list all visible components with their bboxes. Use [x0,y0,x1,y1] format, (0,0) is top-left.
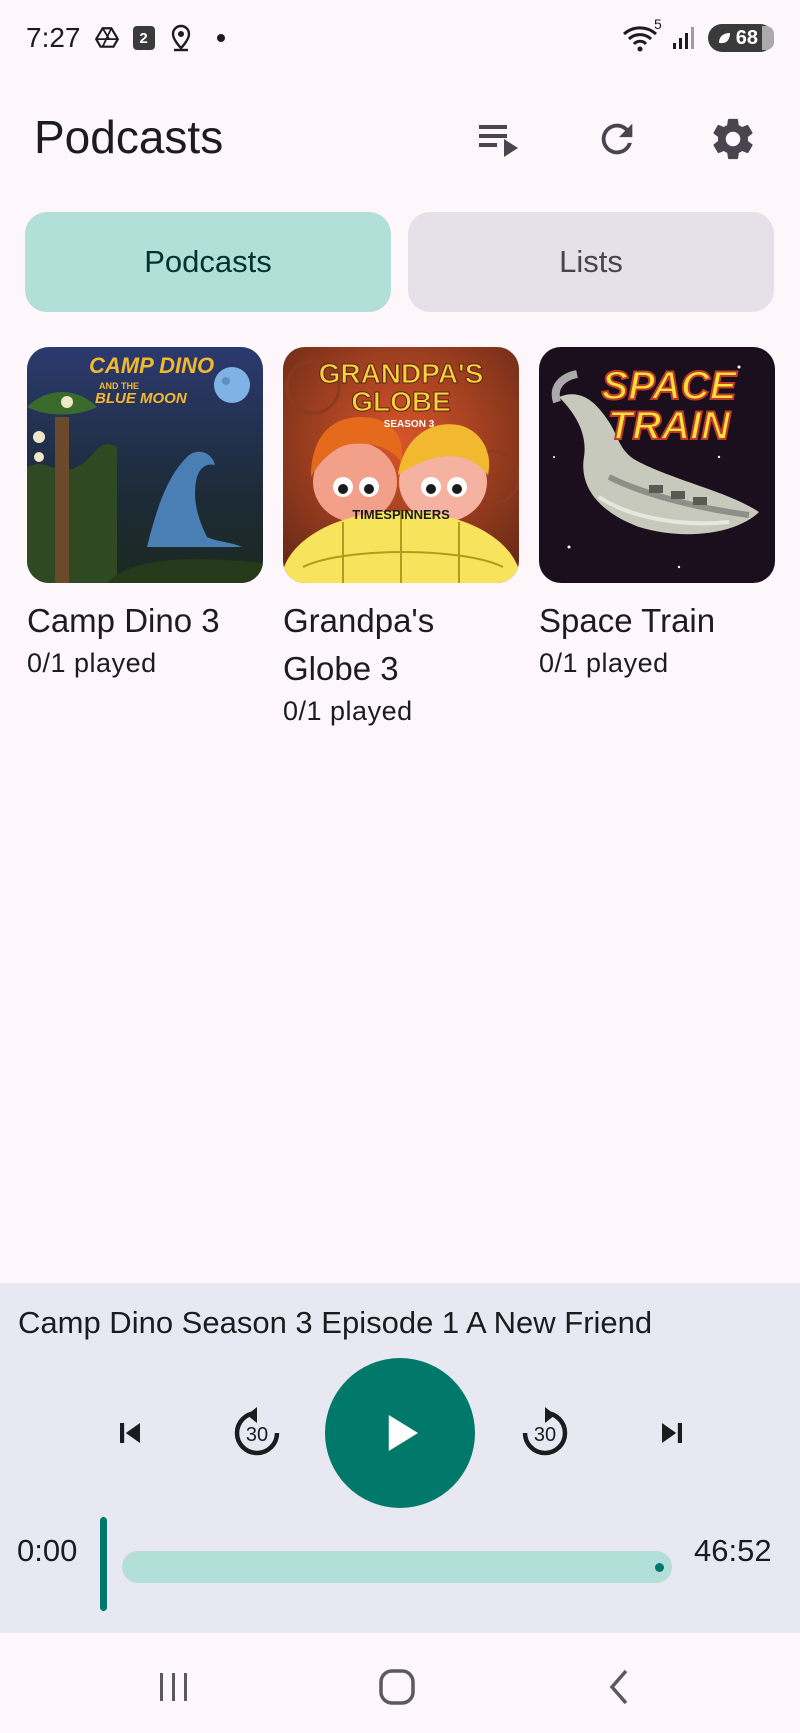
status-time: 7:27 [26,22,81,53]
cover-text: GRANDPA'S [319,358,484,389]
forward-seconds: 30 [534,1424,556,1446]
segmented-tabs: Podcasts Lists [25,212,775,312]
settings-button[interactable] [706,112,760,166]
podcast-card-grandpas-globe[interactable]: GRANDPA'S GLOBE SEASON 3 TIMESPINNERS Gr… [283,347,519,729]
play-button[interactable] [325,1358,475,1508]
calendar-icon: 2 [132,26,155,50]
cover-text: CAMP DINO [89,353,214,378]
mini-player: Camp Dino Season 3 Episode 1 A New Frien… [0,1283,800,1633]
home-button[interactable] [367,1657,427,1717]
podcast-card-space-train[interactable]: SPACE TRAIN Space Train 0/1 played [539,347,775,681]
page-title: Podcasts [34,111,224,163]
progress-track [122,1551,672,1583]
skip-previous-icon [120,1423,140,1443]
podcast-title: Grandpa's Globe 3 [283,602,435,687]
forward-button[interactable]: 30 [510,1398,580,1468]
cover-text: SEASON 3 [384,419,435,430]
back-icon [609,1669,628,1705]
tab-podcasts[interactable]: Podcasts [25,212,391,312]
leaf-icon [718,33,730,44]
notification-dot-icon [207,24,235,52]
refresh-button[interactable] [590,112,644,166]
battery-indicator: 68 [707,24,774,52]
cover-text: GLOBE [351,386,451,417]
skip-next-icon [662,1423,682,1443]
tab-label: Podcasts [144,244,272,279]
skip-previous-button[interactable] [100,1403,160,1463]
rewind-button[interactable]: 30 [222,1398,292,1468]
signal-icon [670,24,698,52]
tab-lists[interactable]: Lists [408,212,774,312]
cover-text: TRAIN [608,404,731,448]
location-icon [167,24,195,52]
podcast-played-count: 0/1 played [283,696,413,726]
forward-icon: 30 [522,1407,568,1456]
refresh-icon [601,123,633,155]
cover-text: BLUE MOON [95,390,188,407]
podcast-played-count: 0/1 played [539,648,669,678]
gear-icon [713,118,753,160]
podcast-title: Space Train [539,602,716,639]
drive-icon [93,24,121,52]
home-icon [379,1669,415,1705]
queue-icon [479,125,518,157]
progress-slider[interactable] [100,1517,675,1611]
now-playing-title: Camp Dino Season 3 Episode 1 A New Frien… [18,1305,653,1340]
calendar-day: 2 [139,29,148,47]
wifi-badge: 5 [653,16,662,32]
track-end-dot [655,1563,664,1572]
recents-button[interactable] [144,1657,204,1717]
podcast-card-camp-dino[interactable]: CAMP DINO AND THE BLUE MOON Camp Dino 3 … [27,347,263,681]
elapsed-time: 0:00 [17,1533,78,1568]
podcast-cover-camp-dino: CAMP DINO AND THE BLUE MOON [27,347,263,583]
progress-thumb[interactable] [100,1517,107,1611]
cover-text: SPACE [602,364,738,408]
queue-button[interactable] [472,112,526,166]
podcast-cover-grandpas-globe: GRANDPA'S GLOBE SEASON 3 TIMESPINNERS [283,347,519,583]
battery-level: 68 [735,26,758,49]
rewind-icon: 30 [234,1407,280,1456]
status-bar: 7:27 2 5 68 [0,0,800,76]
system-nav-bar [0,1633,800,1733]
play-icon [388,1415,418,1451]
total-duration: 46:52 [694,1533,772,1568]
tab-label: Lists [559,244,623,279]
wifi-icon: 5 [620,16,662,52]
podcast-title: Camp Dino 3 [27,602,220,639]
top-app-bar: Podcasts [0,92,800,182]
skip-next-button[interactable] [642,1403,702,1463]
recents-icon [160,1673,187,1701]
back-button[interactable] [590,1657,650,1717]
podcast-cover-space-train: SPACE TRAIN [539,347,775,583]
rewind-seconds: 30 [246,1424,268,1446]
cover-text: TIMESPINNERS [352,507,450,522]
podcast-played-count: 0/1 played [27,648,157,678]
